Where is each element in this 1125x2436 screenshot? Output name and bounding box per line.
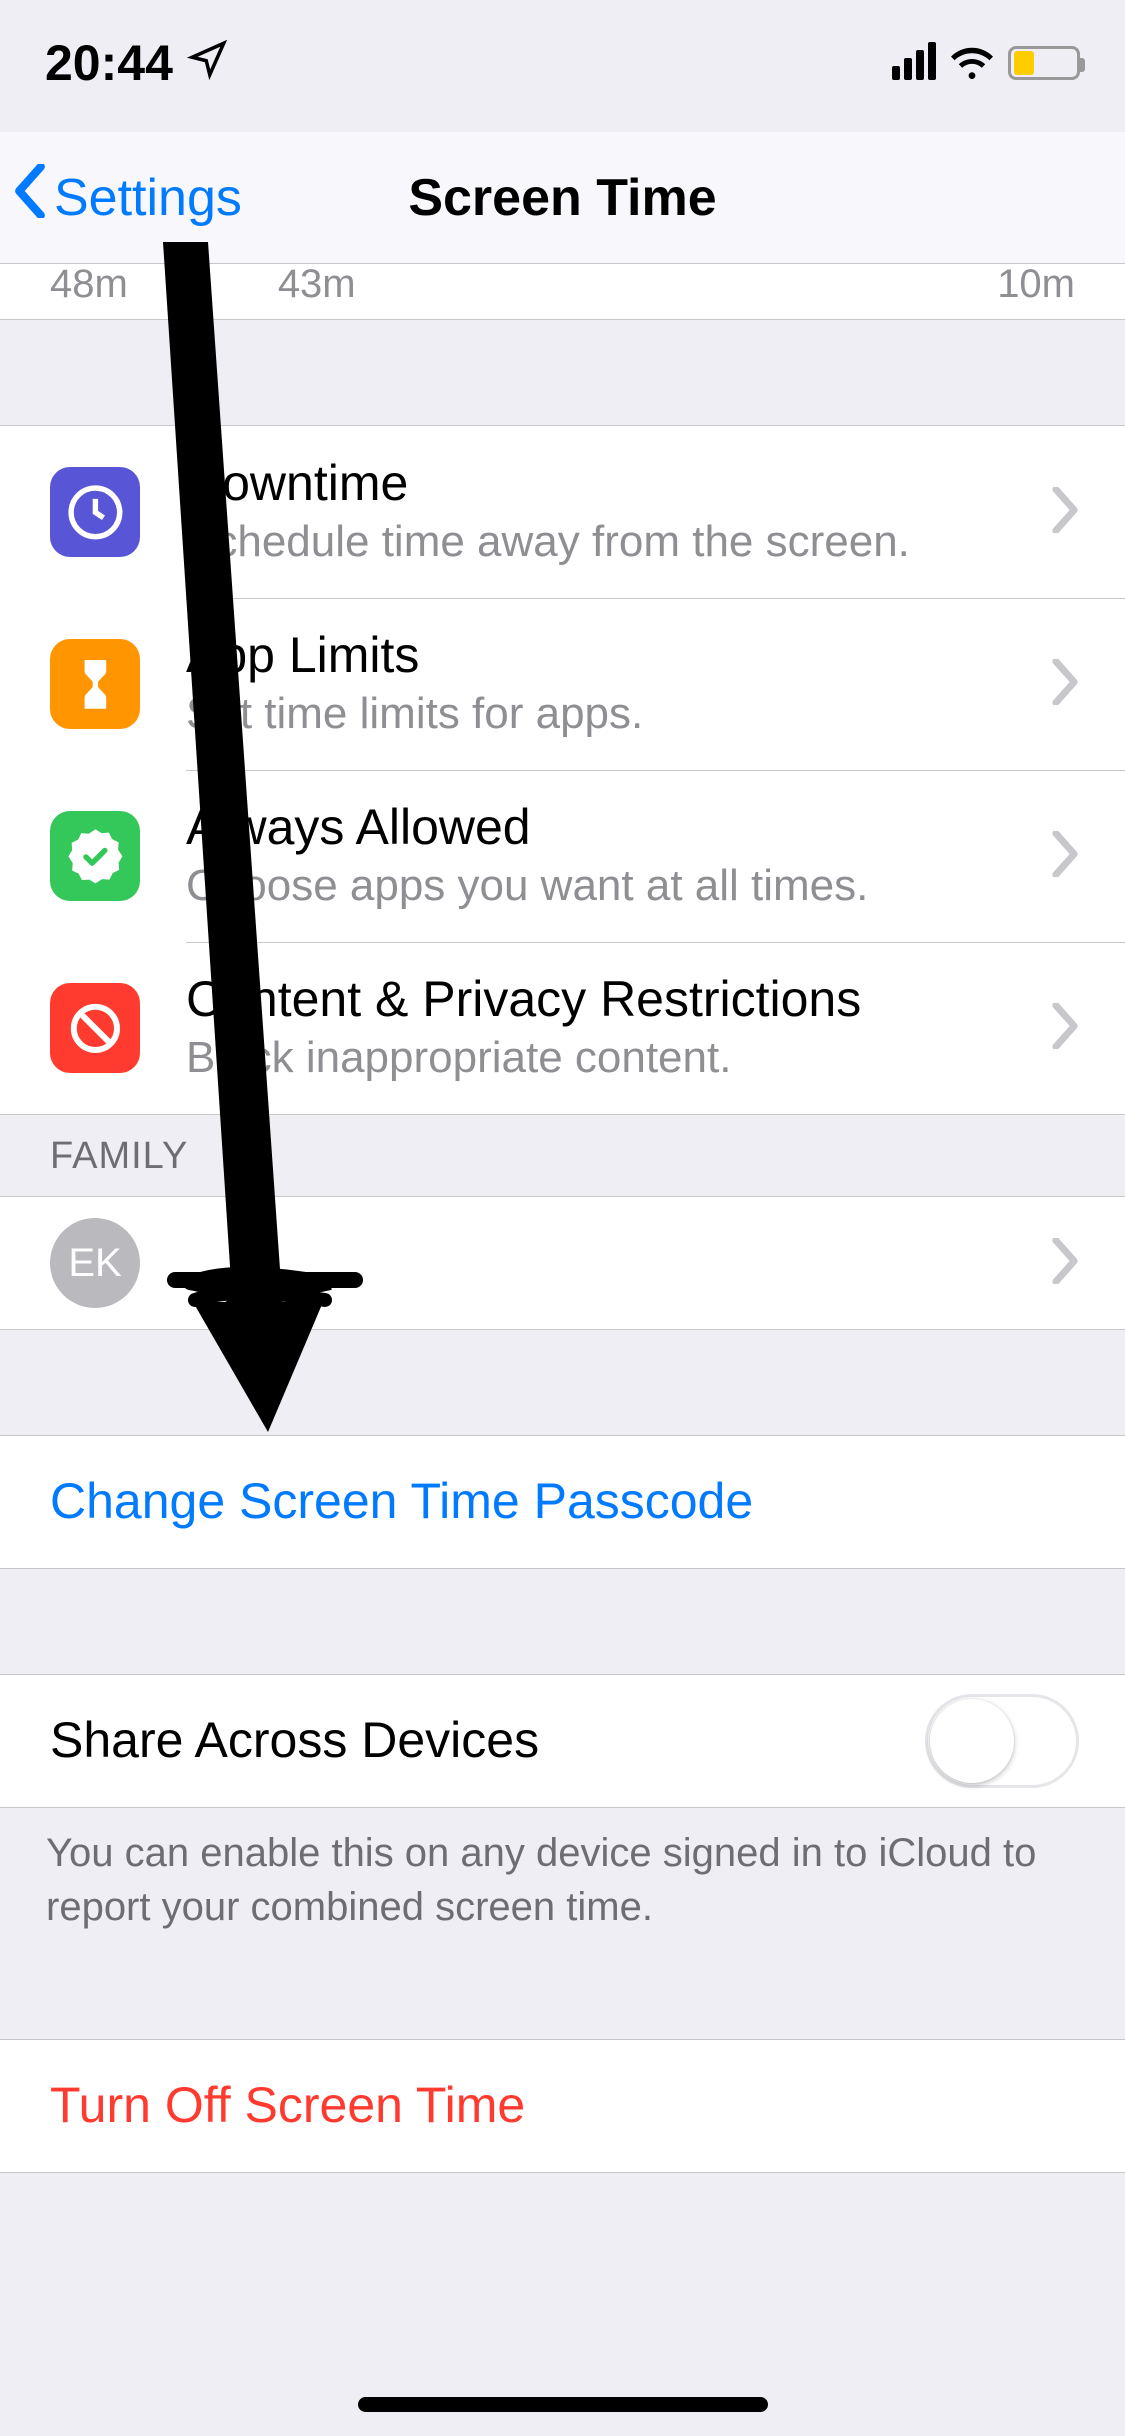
row-subtitle: Choose apps you want at all times. [186,860,1031,913]
peek-value: 10m [997,264,1075,307]
family-group: EK [0,1196,1125,1330]
location-icon [187,34,229,92]
row-title: Share Across Devices [50,1712,905,1770]
row-title: Downtime [186,455,1031,513]
chevron-right-icon [1051,831,1079,882]
cellular-signal-icon [892,42,936,84]
app-limits-row[interactable]: App Limits Set time limits for apps. [0,598,1125,770]
family-member-name [186,1234,1031,1292]
turn-off-screen-time-row[interactable]: Turn Off Screen Time [0,2040,1125,2172]
avatar: EK [50,1218,140,1308]
downtime-row[interactable]: Downtime Schedule time away from the scr… [0,426,1125,598]
share-toggle[interactable] [925,1694,1079,1788]
usage-chart-peek: 48m 43m 10m [0,264,1125,320]
peek-value: 48m [50,264,128,307]
content-restrictions-row[interactable]: Content & Privacy Restrictions Block ina… [0,942,1125,1114]
row-title: Always Allowed [186,799,1031,857]
passcode-group: Change Screen Time Passcode [0,1435,1125,1569]
share-group: Share Across Devices [0,1674,1125,1808]
row-title: Change Screen Time Passcode [50,1473,1059,1531]
battery-icon [1008,46,1080,80]
nav-bar: Settings Screen Time [0,132,1125,264]
share-footer: You can enable this on any device signed… [0,1808,1125,1934]
row-subtitle: Set time limits for apps. [186,688,1031,741]
chevron-right-icon [1051,1003,1079,1054]
page-title: Screen Time [408,168,716,228]
app-limits-icon [50,639,140,729]
row-subtitle: Block inappropriate content. [186,1032,1031,1085]
status-time: 20:44 [45,34,173,92]
home-indicator [358,2397,768,2412]
row-title: Turn Off Screen Time [50,2077,1059,2135]
chevron-right-icon [1051,487,1079,538]
back-button[interactable]: Settings [12,164,242,231]
family-section-header: FAMILY [0,1115,1125,1196]
status-bar: 20:44 [0,0,1125,132]
chevron-right-icon [1051,1238,1079,1289]
turn-off-group: Turn Off Screen Time [0,2039,1125,2173]
row-title: Content & Privacy Restrictions [186,971,1031,1029]
back-label: Settings [54,168,242,228]
change-passcode-row[interactable]: Change Screen Time Passcode [0,1436,1125,1568]
downtime-icon [50,467,140,557]
screentime-settings-group: Downtime Schedule time away from the scr… [0,425,1125,1115]
always-allowed-icon [50,811,140,901]
peek-value: 43m [278,264,356,307]
share-across-devices-row[interactable]: Share Across Devices [0,1675,1125,1807]
family-member-row[interactable]: EK [0,1197,1125,1329]
always-allowed-row[interactable]: Always Allowed Choose apps you want at a… [0,770,1125,942]
row-subtitle: Schedule time away from the screen. [186,516,1031,569]
content-area: 48m 43m 10m Downtime Schedule time away … [0,264,1125,2436]
row-title: App Limits [186,627,1031,685]
restrictions-icon [50,983,140,1073]
chevron-right-icon [1051,659,1079,710]
wifi-icon [948,34,996,92]
chevron-left-icon [12,164,48,231]
